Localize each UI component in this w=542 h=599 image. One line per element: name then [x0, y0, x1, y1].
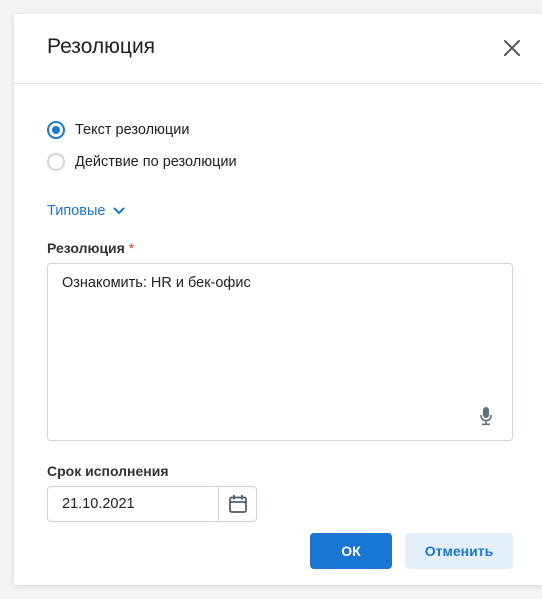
close-icon — [504, 40, 520, 56]
radio-button-selected[interactable] — [47, 121, 65, 139]
radio-label-text-resolution: Текст резолюции — [75, 122, 190, 138]
resolution-label-text: Резолюция — [47, 240, 125, 256]
due-date-label: Срок исполнения — [47, 463, 169, 479]
resolution-field-label: Резолюция * — [47, 240, 134, 256]
calendar-icon — [228, 494, 247, 513]
microphone-icon[interactable] — [478, 406, 494, 426]
due-date-value: 21.10.2021 — [62, 496, 135, 512]
chevron-down-icon — [113, 207, 125, 214]
required-mark: * — [128, 240, 135, 256]
dialog-title: Резолюция — [47, 35, 156, 58]
close-button[interactable] — [500, 36, 524, 60]
resolution-text-value: Ознакомить: HR и бек-офис — [62, 275, 251, 291]
due-date-input[interactable]: 21.10.2021 — [47, 486, 219, 522]
cancel-button[interactable]: Отменить — [405, 533, 513, 569]
radio-action-resolution[interactable]: Действие по резолюции — [47, 150, 237, 174]
calendar-button[interactable] — [218, 486, 257, 522]
radio-label-action-resolution: Действие по резолюции — [75, 154, 237, 170]
resolution-textarea[interactable]: Ознакомить: HR и бек-офис — [47, 263, 513, 441]
ok-button[interactable]: ОК — [310, 533, 392, 569]
radio-text-resolution[interactable]: Текст резолюции — [47, 118, 189, 142]
radio-button-unselected[interactable] — [47, 153, 65, 171]
resolution-dialog: Резолюция Текст резолюции Действие по ре… — [14, 14, 542, 585]
typical-label: Типовые — [47, 203, 106, 219]
dialog-header: Резолюция — [14, 14, 542, 84]
typical-dropdown-link[interactable]: Типовые — [47, 200, 125, 222]
